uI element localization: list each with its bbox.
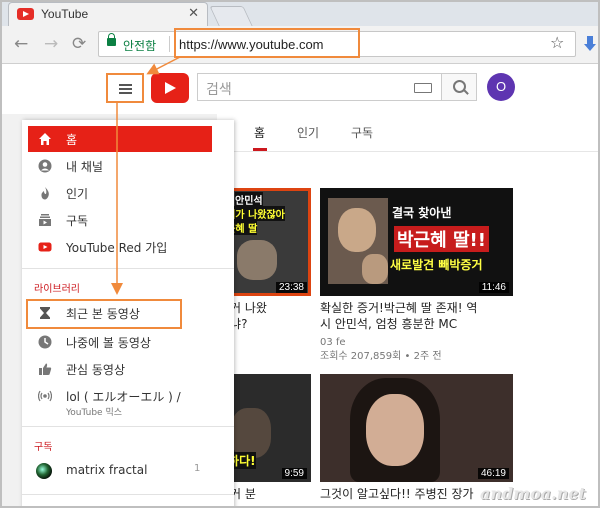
watermark: andmoa.net (480, 484, 586, 503)
annotation-arrows (111, 56, 181, 295)
url-to-menu-arrow (146, 56, 181, 75)
screenshot-frame: YouTube ✕ ← → ⟳ 안전함 https://www.youtube.… (0, 0, 600, 508)
